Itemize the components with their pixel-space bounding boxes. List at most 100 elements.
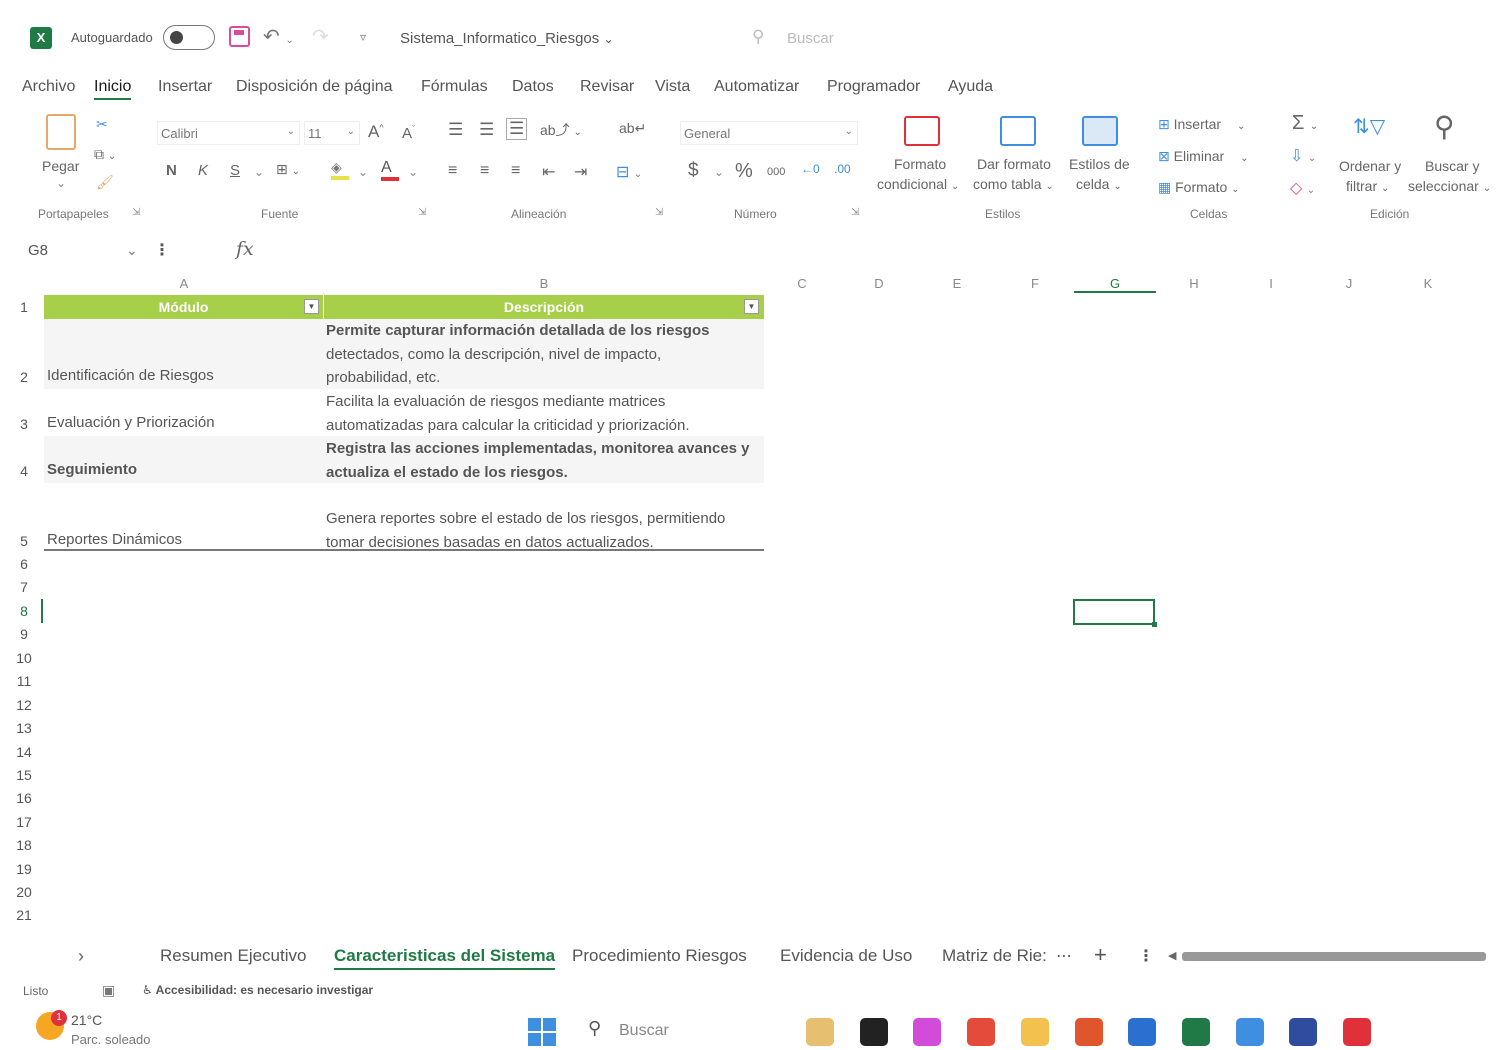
row-header[interactable]: 11	[10, 673, 38, 689]
title-search[interactable]: ⚲ Buscar	[752, 27, 872, 51]
col-header-i[interactable]: I	[1232, 276, 1310, 291]
tab-automatizar[interactable]: Automatizar	[714, 78, 799, 96]
sheet-tab-caracteristicas[interactable]: Caracteristicas del Sistema	[334, 946, 556, 970]
selected-cell-g8[interactable]	[1073, 599, 1157, 627]
col-header-b[interactable]: B	[324, 276, 764, 291]
conditional-format-label2[interactable]: condicional ⌄	[877, 176, 959, 192]
tab-datos[interactable]: Datos	[512, 78, 554, 96]
col-header-h[interactable]: H	[1156, 276, 1232, 291]
sheet-options-icon[interactable]: ⋮	[1138, 946, 1154, 966]
align-center-icon[interactable]: ≡	[480, 162, 489, 180]
cell-a4[interactable]: Seguimiento	[47, 461, 137, 478]
col-header-g[interactable]: G	[1074, 276, 1156, 293]
decrease-decimal-icon[interactable]: .00	[834, 162, 851, 176]
increase-decimal-icon[interactable]: ←0	[801, 162, 820, 176]
tab-revisar[interactable]: Revisar	[580, 78, 634, 96]
sheet-tab-resumen[interactable]: Resumen Ejecutivo	[160, 946, 306, 966]
add-sheet-icon[interactable]: +	[1094, 942, 1107, 968]
row-header[interactable]: 21	[10, 907, 38, 923]
font-name-select[interactable]: Calibri ⌄	[157, 121, 300, 145]
col-header-c[interactable]: C	[764, 276, 840, 291]
borders-icon[interactable]: ⊞ ⌄	[276, 161, 300, 178]
orientation-icon[interactable]: ab⤴ ⌄	[540, 120, 582, 140]
horizontal-scrollbar[interactable]: ◀	[1168, 949, 1486, 962]
paste-label[interactable]: Pegar	[42, 158, 79, 174]
underline-dropdown-icon[interactable]: ⌄	[254, 165, 264, 179]
col-header-j[interactable]: J	[1310, 276, 1388, 291]
cell-a5[interactable]: Reportes Dinámicos	[47, 531, 182, 548]
copilot-icon[interactable]	[913, 1018, 941, 1046]
col-header-f[interactable]: F	[996, 276, 1074, 291]
photoshop-icon[interactable]	[1289, 1018, 1317, 1046]
cell-a2[interactable]: Identificación de Riesgos	[47, 367, 214, 384]
tab-inicio[interactable]: Inicio	[94, 78, 132, 100]
row-header[interactable]: 18	[10, 837, 38, 853]
increase-indent-icon[interactable]: ⇥	[574, 162, 587, 182]
brave-icon[interactable]	[1075, 1018, 1103, 1046]
cut-icon[interactable]: ✂	[96, 116, 108, 133]
name-box-dropdown-icon[interactable]: ⌄	[126, 242, 138, 259]
row-header[interactable]: 15	[10, 767, 38, 783]
find-select-label2[interactable]: seleccionar ⌄	[1408, 178, 1491, 194]
format-cells-button[interactable]: ▦ Formato ⌄	[1158, 179, 1240, 196]
display-settings-icon[interactable]: ▣	[102, 982, 115, 999]
sort-filter-label2[interactable]: filtrar ⌄	[1346, 178, 1389, 194]
clear-icon[interactable]: ◇ ⌄	[1290, 178, 1315, 198]
format-table-label1[interactable]: Dar formato	[977, 156, 1051, 172]
cell-b4[interactable]: Registra las acciones implementadas, mon…	[326, 437, 766, 484]
scroll-left-icon[interactable]: ◀	[1168, 949, 1176, 962]
formula-options-icon[interactable]: ⋮	[154, 240, 170, 260]
tab-vista[interactable]: Vista	[655, 78, 690, 96]
save-icon[interactable]	[229, 26, 250, 47]
row-header[interactable]: 4	[10, 463, 38, 479]
row-header[interactable]: 20	[10, 884, 38, 900]
decrease-indent-icon[interactable]: ⇤	[542, 162, 555, 182]
paste-dropdown-icon[interactable]: ⌄	[56, 176, 66, 190]
redo-icon[interactable]: ↷	[312, 24, 329, 49]
merge-center-icon[interactable]: ⊟ ⌄	[616, 162, 642, 182]
number-format-select[interactable]: General ⌄	[680, 121, 858, 145]
header-descripcion[interactable]: Descripción	[324, 295, 764, 319]
row-header[interactable]: 3	[10, 416, 38, 432]
grow-font-icon[interactable]: A^	[368, 122, 384, 142]
insert-function-icon[interactable]: fx	[236, 238, 254, 260]
row-header[interactable]: 17	[10, 814, 38, 830]
weather-description[interactable]: Parc. soleado	[71, 1032, 151, 1047]
filter-dropdown-icon[interactable]: ▼	[304, 299, 319, 314]
bold-button[interactable]: N	[166, 162, 177, 179]
chrome-icon[interactable]	[967, 1018, 995, 1046]
align-right-icon[interactable]: ≡	[511, 162, 520, 180]
photos-icon[interactable]	[1236, 1018, 1264, 1046]
col-header-d[interactable]: D	[840, 276, 918, 291]
italic-button[interactable]: K	[198, 162, 208, 179]
font-color-dropdown-icon[interactable]: ⌄	[408, 165, 418, 179]
black-app-icon[interactable]	[860, 1018, 888, 1046]
cell-a3[interactable]: Evaluación y Priorización	[47, 414, 215, 431]
paste-icon[interactable]	[46, 114, 76, 150]
currency-dropdown-icon[interactable]: ⌄	[714, 165, 724, 179]
excel-icon[interactable]	[1182, 1018, 1210, 1046]
sheet-tab-matriz[interactable]: Matriz de Rie:	[942, 946, 1047, 966]
align-bottom-icon[interactable]: ☰	[506, 118, 528, 140]
row-header[interactable]: 14	[10, 744, 38, 760]
more-sheets-icon[interactable]: ⋯	[1056, 946, 1072, 966]
copy-icon[interactable]: ⧉ ⌄	[94, 146, 116, 163]
cell-styles-icon[interactable]	[1082, 116, 1118, 146]
tab-disposicion[interactable]: Disposición de página	[236, 78, 393, 96]
sort-filter-icon[interactable]: ⇅▽	[1353, 114, 1385, 139]
insert-cells-button[interactable]: ⊞ Insertar ⌄	[1158, 116, 1245, 133]
start-icon[interactable]	[528, 1018, 556, 1046]
tab-formulas[interactable]: Fórmulas	[421, 78, 488, 96]
cell-styles-label2[interactable]: celda ⌄	[1076, 176, 1122, 192]
weather-temperature[interactable]: 21°C	[71, 1012, 102, 1028]
customize-toolbar-icon[interactable]: ▿	[360, 30, 366, 44]
sheet-tab-procedimiento[interactable]: Procedimiento Riesgos	[572, 946, 747, 966]
fill-color-icon[interactable]: ◈	[331, 159, 349, 180]
font-launcher-icon[interactable]: ⇲	[418, 207, 426, 218]
autosum-icon[interactable]: Σ ⌄	[1292, 112, 1318, 135]
percent-button[interactable]: %	[735, 160, 753, 183]
find-icon[interactable]: ⚲	[1434, 110, 1455, 143]
row-header[interactable]: 2	[10, 369, 38, 385]
tab-ayuda[interactable]: Ayuda	[948, 78, 993, 96]
format-table-label2[interactable]: como tabla ⌄	[973, 176, 1054, 192]
